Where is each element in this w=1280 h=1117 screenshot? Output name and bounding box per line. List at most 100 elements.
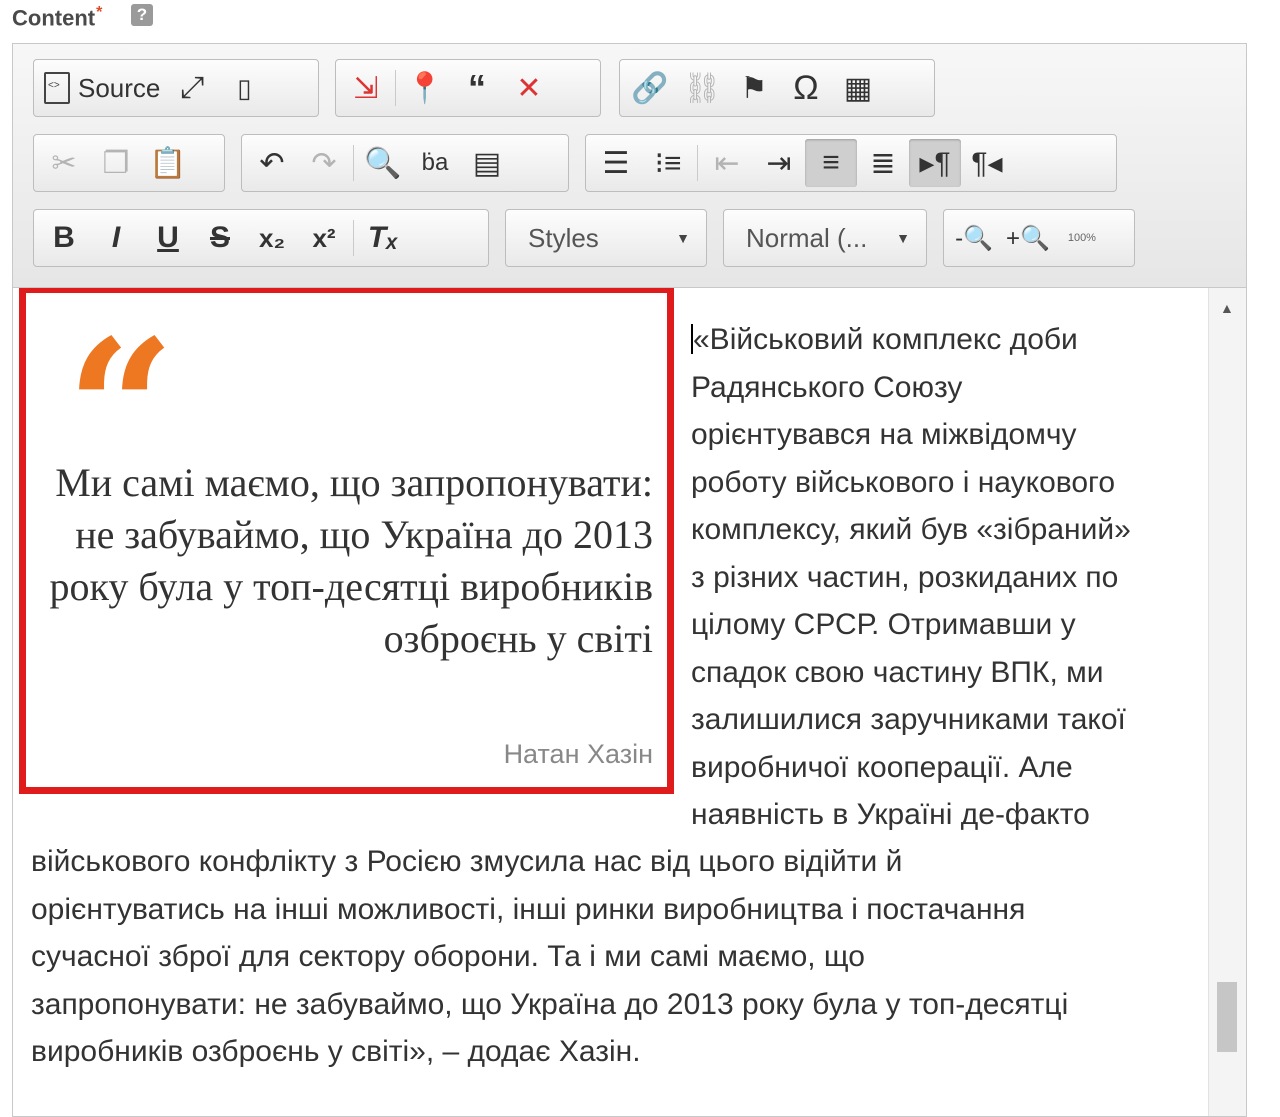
align-left-button[interactable]: ≡	[805, 139, 857, 187]
unlink-button[interactable]: ⛓	[676, 64, 728, 112]
map-pin-button[interactable]: 📍	[399, 64, 451, 112]
toolbar-group-clipboard: ✂ ❐ 📋	[33, 134, 225, 192]
scissors-icon: ✂	[51, 146, 77, 180]
search-icon: 🔍	[364, 146, 402, 180]
indent-icon: ⇥	[766, 146, 792, 180]
remove-format-button[interactable]: Tₓ	[357, 214, 409, 262]
replace-button[interactable]: ḃa	[409, 139, 461, 187]
outdent-button[interactable]: ⇤	[701, 139, 753, 187]
unlink-icon: ⛓	[682, 71, 722, 105]
toolbar-group-paragraph: ☰ ⁝≡ ⇤ ⇥ ≡ ≣ ▸¶ ¶◂	[585, 134, 1117, 192]
toolbar-group-basicstyles: B I U S x₂ x² Tₓ	[33, 209, 489, 267]
text-line: цілому СРСР. Отримавши у	[691, 608, 1076, 641]
text-line: спадок свою частину ВПК, ми	[691, 655, 1104, 689]
toolbar-separator	[697, 145, 698, 181]
maximize-icon: ⤢	[180, 71, 205, 104]
scroll-up-arrow-icon[interactable]: ▲	[1220, 300, 1234, 316]
numbered-list-button[interactable]: ☰	[590, 139, 642, 187]
toolbar-group-edit: ↶ ↷ 🔍 ḃa ▤	[241, 134, 569, 192]
content-field-label: Content*	[12, 4, 103, 31]
copy-icon: ❐	[102, 146, 130, 180]
text-line: сучасної зброї для сектору оборони. Та і…	[31, 940, 865, 973]
text-line: військового конфлікту з Росією змусила н…	[31, 845, 903, 878]
text-line: залишилися заручниками такої	[691, 703, 1126, 736]
superscript-icon: x²	[312, 222, 336, 253]
undo-icon: ↶	[259, 146, 285, 180]
text-direction-rtl-button[interactable]: ¶◂	[961, 139, 1013, 187]
chevron-down-icon: ▼	[676, 230, 690, 246]
text-line: «Військовий комплекс доби	[691, 323, 1078, 356]
align-right-icon: ≣	[870, 146, 896, 180]
bold-icon: B	[53, 221, 75, 254]
select-all-button[interactable]: ▤	[461, 139, 513, 187]
text-line: орієнтувався на міжвідомчу	[691, 418, 1077, 451]
remove-pin-button[interactable]: ✕	[503, 64, 555, 112]
underline-button[interactable]: U	[142, 214, 194, 262]
flag-icon: ⚑	[740, 71, 768, 105]
align-right-button[interactable]: ≣	[857, 139, 909, 187]
replace-icon: ḃa	[421, 149, 449, 176]
pull-quote: “ Ми самі маємо, що запропонувати: не за…	[19, 288, 674, 794]
select-all-icon: ▤	[472, 146, 502, 180]
zoom-reset-label: 100%	[1067, 232, 1096, 244]
italic-icon: I	[111, 221, 121, 254]
table-button[interactable]: ▦	[832, 64, 884, 112]
format-dropdown[interactable]: Normal (... ▼	[723, 209, 927, 267]
source-button[interactable]: Source	[38, 64, 166, 112]
styles-dropdown[interactable]: Styles ▼	[505, 209, 707, 267]
insert-special-button[interactable]: ⇲	[340, 64, 392, 112]
zoom-out-button[interactable]: -🔍	[948, 214, 1000, 262]
quote-icon: “	[468, 67, 486, 108]
undo-button[interactable]: ↶	[246, 139, 298, 187]
underline-icon: U	[157, 221, 179, 254]
link-button[interactable]: 🔗	[624, 64, 676, 112]
zoom-out-icon: -🔍	[955, 224, 993, 252]
anchor-button[interactable]: ⚑	[728, 64, 780, 112]
toolbar-separator	[353, 220, 354, 256]
superscript-button[interactable]: x²	[298, 214, 350, 262]
article-paragraph-full: військового конфлікту з Росією змусила н…	[31, 838, 1201, 1076]
editor-content-area[interactable]: “ Ми самі маємо, що запропонувати: не за…	[13, 288, 1207, 1116]
toolbar-group-links: 🔗 ⛓ ⚑ Ω ▦	[619, 59, 935, 117]
zoom-in-button[interactable]: +🔍	[1000, 214, 1056, 262]
pull-quote-author: Натан Хазін	[503, 739, 653, 769]
maximize-button[interactable]: ⤢	[166, 64, 218, 112]
bulleted-list-button[interactable]: ⁝≡	[642, 139, 694, 187]
text-direction-ltr-button[interactable]: ▸¶	[909, 139, 961, 187]
toolbar-separator	[353, 145, 354, 181]
format-dropdown-value: Normal (...	[746, 222, 868, 253]
paste-icon: 📋	[149, 146, 187, 180]
special-char-button[interactable]: Ω	[780, 64, 832, 112]
map-pin-icon: 📍	[406, 71, 444, 105]
show-blocks-button[interactable]: ▯	[218, 64, 270, 112]
show-blocks-icon: ▯	[237, 72, 252, 103]
insert-arrow-icon: ⇲	[353, 71, 379, 105]
find-button[interactable]: 🔍	[357, 139, 409, 187]
cut-button[interactable]: ✂	[38, 139, 90, 187]
text-line: комплексу, який був «зібраний»	[691, 513, 1131, 546]
numbered-list-icon: ☰	[602, 146, 630, 180]
indent-button[interactable]: ⇥	[753, 139, 805, 187]
scrollbar-thumb[interactable]	[1217, 982, 1237, 1052]
strikethrough-icon: S	[209, 221, 230, 254]
subscript-icon: x₂	[258, 222, 285, 253]
link-icon: 🔗	[631, 71, 669, 105]
text-line: запропонувати: не забуваймо, що Україна …	[31, 987, 1069, 1021]
bold-button[interactable]: B	[38, 214, 90, 262]
zoom-reset-button[interactable]: 100%	[1056, 214, 1108, 262]
redo-button[interactable]: ↷	[298, 139, 350, 187]
subscript-button[interactable]: x₂	[246, 214, 298, 262]
text-line: орієнтуватись на інші можливості, інші р…	[31, 892, 1026, 926]
redo-icon: ↷	[311, 146, 337, 180]
blockquote-button[interactable]: “	[451, 64, 503, 112]
source-icon	[44, 72, 70, 104]
chevron-down-icon: ▼	[896, 230, 910, 246]
copy-button[interactable]: ❐	[90, 139, 142, 187]
vertical-scrollbar[interactable]: ▲	[1208, 288, 1246, 1116]
italic-button[interactable]: I	[90, 214, 142, 262]
strikethrough-button[interactable]: S	[194, 214, 246, 262]
help-icon[interactable]: ?	[131, 4, 153, 26]
paste-text-button[interactable]: 📋	[142, 139, 194, 187]
toolbar-separator	[395, 70, 396, 106]
align-left-icon: ≡	[822, 146, 840, 179]
